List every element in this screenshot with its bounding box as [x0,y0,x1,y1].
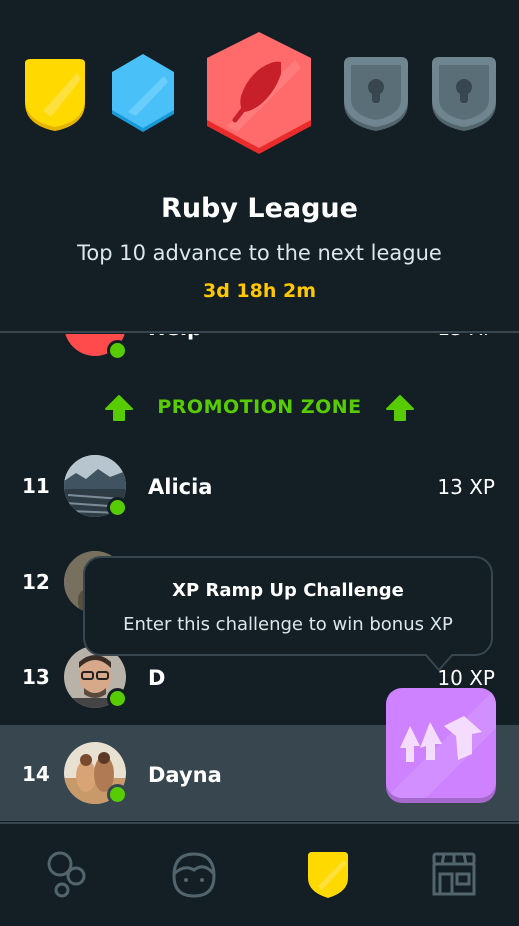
row-name: D [148,666,166,690]
shop-icon [432,852,476,896]
ramp-up-arrows-icon [386,688,496,798]
gold-league-badge[interactable] [21,59,89,133]
league-subtitle: Top 10 advance to the next league [77,241,442,265]
online-status-dot [107,497,128,518]
sapphire-league-badge[interactable] [108,54,178,134]
leaderboard-row[interactable]: 11 Alicia 13 XP [0,438,519,534]
row-name: Dayna [148,763,222,787]
nav-shop[interactable] [426,846,482,902]
league-timer: 3d 18h 2m [202,280,317,302]
row-rank: 13 [22,665,50,689]
online-status-dot [107,688,128,709]
ruby-league-badge[interactable] [203,30,315,158]
header-divider [0,331,519,333]
nav-learn[interactable] [40,846,96,902]
locked-league-badge[interactable] [429,57,499,133]
locked-league-badge[interactable] [341,57,411,133]
row-rank: 11 [22,474,50,498]
nav-characters[interactable] [166,846,222,902]
xp-ramp-up-challenge-button[interactable] [386,688,496,798]
characters-icon [172,852,216,898]
bottom-navigation [0,822,519,926]
promotion-zone-label: PROMOTION ZONE [157,396,362,418]
xp-ramp-up-tooltip[interactable]: XP Ramp Up Challenge Enter this challeng… [83,556,493,672]
tooltip-pointer [425,654,453,672]
online-status-dot [107,784,128,805]
row-name: Alicia [148,475,213,499]
league-header: Ruby League Top 10 advance to the next l… [0,0,519,332]
leagues-icon [308,852,348,898]
row-rank: 14 [22,762,50,786]
league-title: Ruby League [161,193,358,224]
row-xp: 13 XP [437,475,495,499]
promotion-zone-banner: PROMOTION ZONE [0,392,519,426]
online-status-dot [107,340,128,361]
tooltip-title: XP Ramp Up Challenge [172,580,404,601]
tooltip-body: Enter this challenge to win bonus XP [123,614,453,635]
nav-leagues[interactable] [300,846,356,902]
row-rank: 12 [22,570,50,594]
learn-icon [47,851,86,898]
arrow-up-icon [386,395,414,421]
